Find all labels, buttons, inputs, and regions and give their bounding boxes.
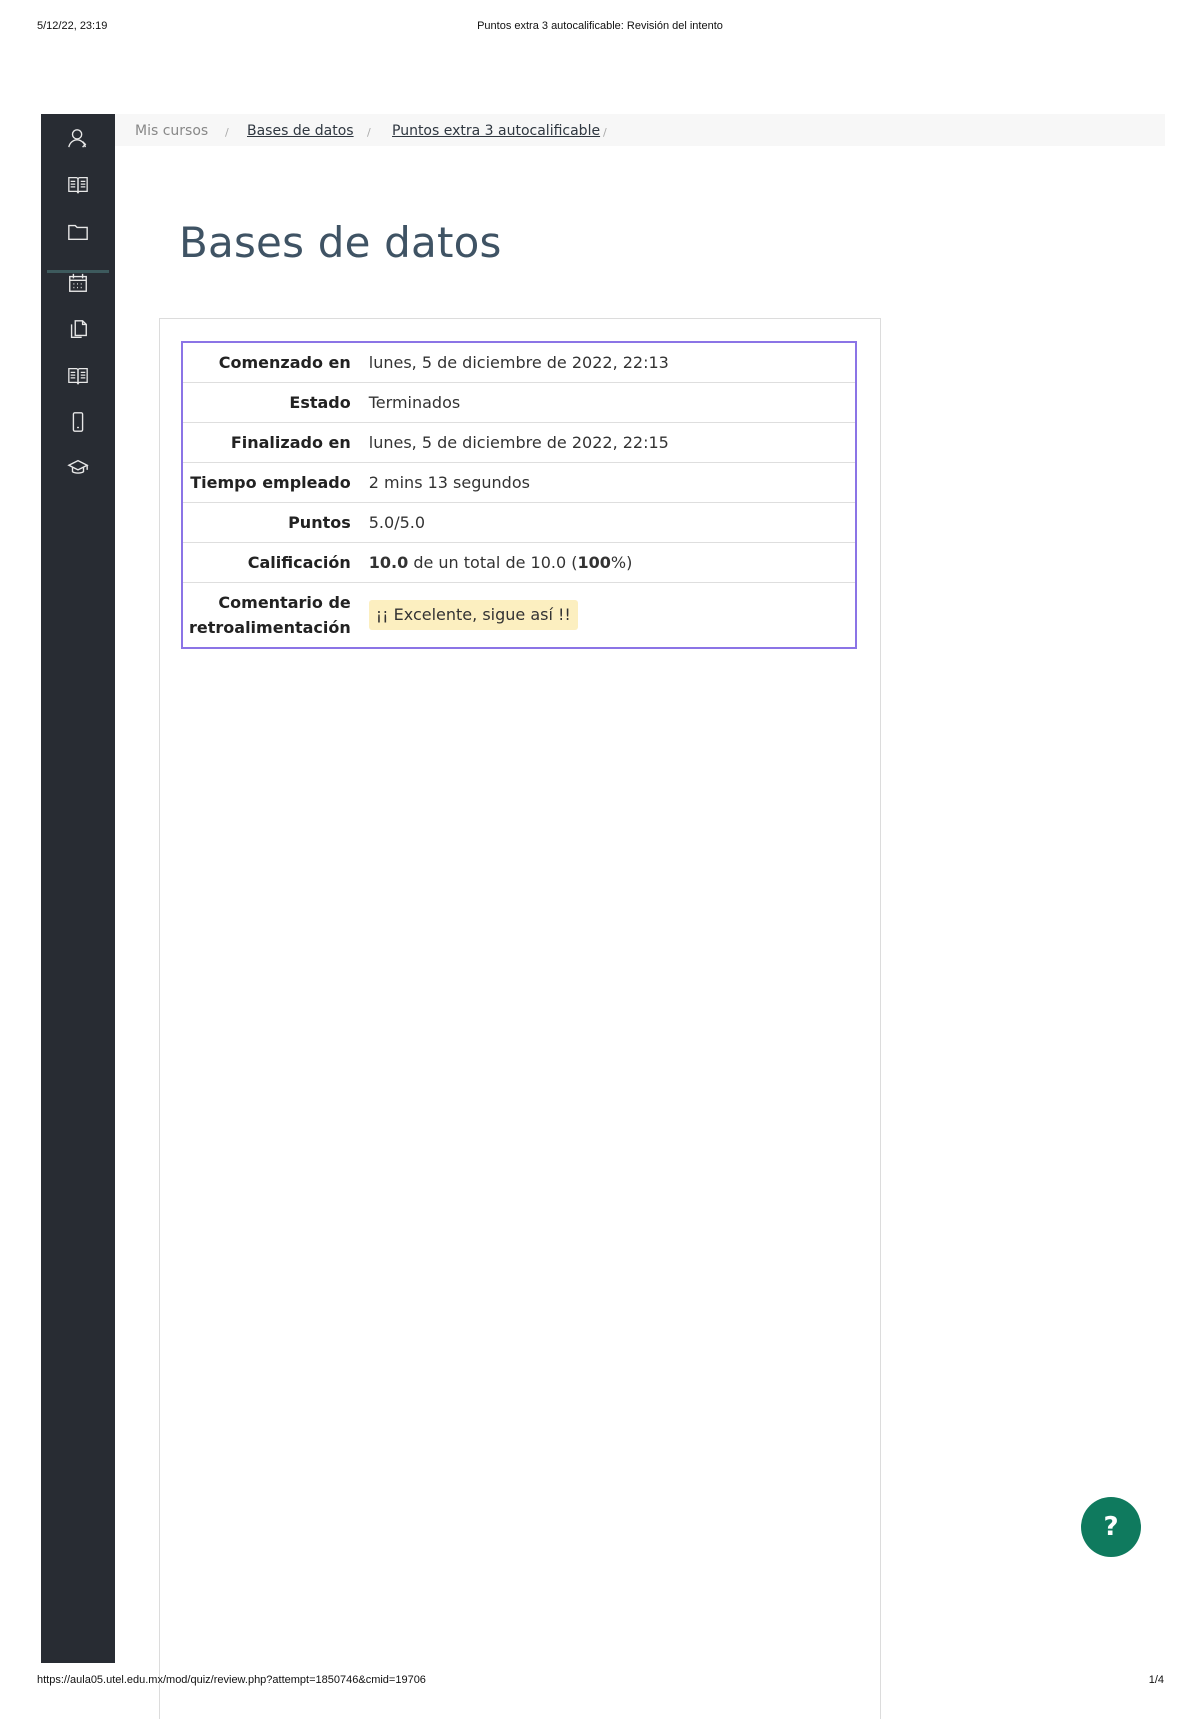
book-icon[interactable] <box>66 364 90 388</box>
breadcrumb-separator: / <box>225 126 229 139</box>
documents-icon[interactable] <box>66 317 90 341</box>
user-icon[interactable] <box>66 126 90 150</box>
row-value-started: lunes, 5 de diciembre de 2022, 22:13 <box>368 352 669 372</box>
table-row: Comenzado en lunes, 5 de diciembre de 20… <box>182 342 856 383</box>
row-value-marks: 5.0/5.0 <box>368 512 426 532</box>
print-page-title: Puntos extra 3 autocalificable: Revisión… <box>477 20 723 32</box>
row-value-grade: 10.0 de un total de 10.0 (100%) <box>361 543 856 583</box>
breadcrumb-item-mis-cursos[interactable]: Mis cursos <box>135 123 208 139</box>
row-label-state: Estado <box>289 393 351 412</box>
feedback-badge: ¡¡ Excelente, sigue así !! <box>368 600 578 630</box>
print-url: https://aula05.utel.edu.mx/mod/quiz/revi… <box>37 1674 426 1686</box>
breadcrumb-separator: / <box>367 126 371 139</box>
quiz-attempt-summary-table: Comenzado en lunes, 5 de diciembre de 20… <box>181 341 857 649</box>
mobile-phone-icon[interactable] <box>66 410 90 434</box>
row-label-marks: Puntos <box>288 513 351 532</box>
grade-out-of: de un total de 10.0 ( <box>408 552 578 572</box>
table-row: Puntos 5.0/5.0 <box>182 503 856 543</box>
table-row: Calificación 10.0 de un total de 10.0 (1… <box>182 543 856 583</box>
breadcrumb-separator: / <box>603 126 607 139</box>
breadcrumb: Mis cursos / Bases de datos / Puntos ext… <box>115 114 1165 146</box>
help-button[interactable]: ? <box>1081 1497 1141 1557</box>
print-page-counter: 1/4 <box>1148 1674 1164 1686</box>
table-row: Tiempo empleado 2 mins 13 segundos <box>182 463 856 503</box>
row-value-time-taken: 2 mins 13 segundos <box>368 472 530 492</box>
book-open-icon[interactable] <box>66 173 90 197</box>
calendar-icon[interactable] <box>66 271 90 295</box>
graduation-cap-icon[interactable] <box>66 456 90 480</box>
grade-percent-suffix: %) <box>610 552 633 572</box>
table-row: Estado Terminados <box>182 383 856 423</box>
folder-icon[interactable] <box>66 220 90 244</box>
row-label-started: Comenzado en <box>218 353 351 372</box>
breadcrumb-item-puntos-extra[interactable]: Puntos extra 3 autocalificable <box>392 123 600 139</box>
row-value-feedback: ¡¡ Excelente, sigue así !! <box>361 583 856 649</box>
table-row: Finalizado en lunes, 5 de diciembre de 2… <box>182 423 856 463</box>
grade-value: 10.0 <box>368 552 409 572</box>
table-row: Comentario de retroalimentación ¡¡ Excel… <box>182 583 856 649</box>
grade-percent: 100 <box>577 552 611 572</box>
row-label-time-taken: Tiempo empleado <box>190 473 351 492</box>
breadcrumb-item-bases-de-datos[interactable]: Bases de datos <box>247 123 354 139</box>
print-header: 5/12/22, 23:19 Puntos extra 3 autocalifi… <box>0 20 1200 36</box>
row-label-grade: Calificación <box>247 553 351 572</box>
print-footer: https://aula05.utel.edu.mx/mod/quiz/revi… <box>0 1674 1200 1690</box>
row-label-finished: Finalizado en <box>230 433 351 452</box>
sidebar <box>41 114 115 1663</box>
row-value-finished: lunes, 5 de diciembre de 2022, 22:15 <box>368 432 669 452</box>
page-title: Bases de datos <box>179 218 502 267</box>
row-label-feedback: Comentario de retroalimentación <box>189 593 351 637</box>
row-value-state: Terminados <box>368 392 461 412</box>
